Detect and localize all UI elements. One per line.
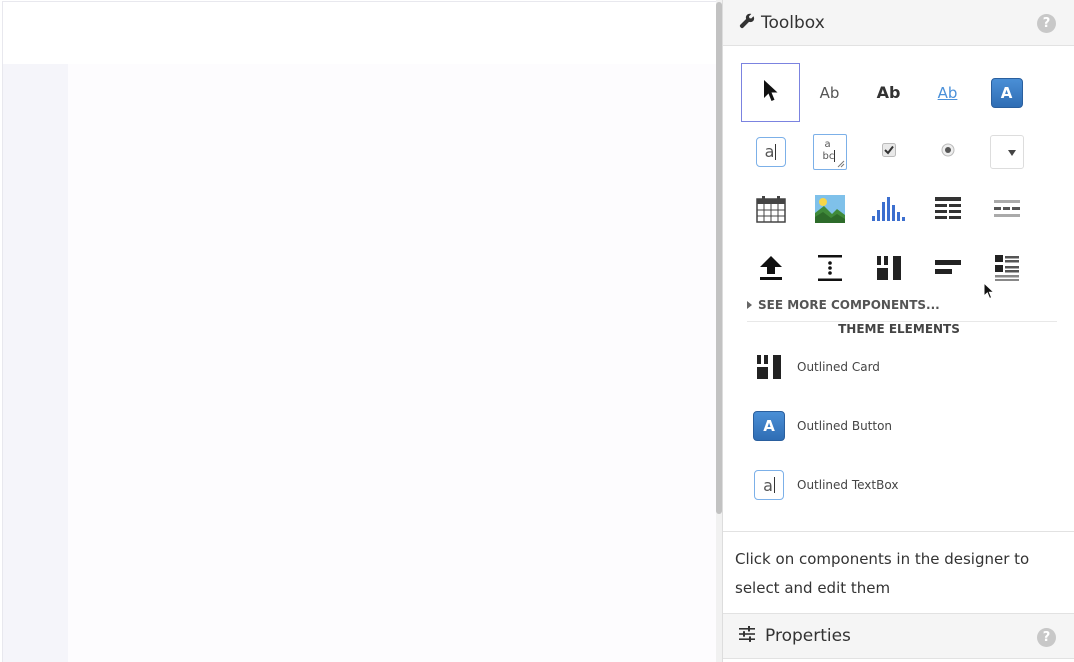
arrow-pointer-icon [763, 79, 779, 107]
side-panel: Toolbox ? Ab Ab Ab A a a bc SEE MORE COM… [722, 0, 1074, 662]
data-grid-light-icon [993, 199, 1020, 222]
datagrid-tool[interactable] [918, 181, 977, 240]
theme-item-label: Outlined Card [797, 360, 880, 374]
upload-icon [759, 255, 783, 285]
see-more-components-toggle[interactable]: SEE MORE COMPONENTS... [747, 298, 940, 312]
divider [723, 531, 1074, 532]
textarea-tool[interactable]: a bc [800, 122, 859, 181]
repeating-panel-icon [994, 254, 1019, 285]
caret-right-icon [747, 301, 752, 309]
theme-item-outlined-textbox[interactable]: a Outlined TextBox [753, 469, 898, 501]
bar-chart-icon [871, 196, 907, 226]
properties-header[interactable]: Properties ? [723, 613, 1074, 659]
theme-elements-heading: THEME ELEMENTS [838, 322, 960, 336]
calendar-icon [755, 195, 786, 227]
link-icon: Ab [937, 83, 958, 102]
button-tool[interactable]: A [977, 63, 1036, 122]
linear-panel-icon [934, 259, 961, 280]
plot-tool[interactable] [859, 181, 918, 240]
app-root: Toolbox ? Ab Ab Ab A a a bc SEE MORE COM… [0, 0, 1074, 662]
sliders-icon [739, 626, 755, 646]
column-panel-icon [753, 351, 785, 383]
column-panel-icon [876, 255, 901, 284]
textbox-icon: a [754, 470, 784, 500]
fileloader-tool[interactable] [741, 240, 800, 299]
canvas-header-area [3, 2, 717, 64]
properties-hint-text: Click on components in the designer to s… [735, 550, 1030, 597]
link-tool[interactable]: Ab [918, 63, 977, 122]
dropdown-tool[interactable] [977, 122, 1036, 181]
spacer-icon [817, 254, 842, 285]
theme-item-outlined-card[interactable]: Outlined Card [753, 351, 880, 383]
textarea-icon: a bc [812, 133, 847, 170]
properties-title: Properties [765, 626, 851, 646]
bold-label-icon: Ab [876, 83, 901, 102]
columnpanel-tool[interactable] [859, 240, 918, 299]
toolbox-title: Toolbox [761, 12, 825, 33]
datepicker-tool[interactable] [741, 181, 800, 240]
label-icon: Ab [819, 83, 840, 102]
dropdown-icon [989, 134, 1024, 169]
theme-item-label: Outlined TextBox [797, 478, 899, 492]
wrench-icon [739, 13, 755, 33]
image-tool[interactable] [800, 181, 859, 240]
canvas-gutter [3, 64, 68, 662]
linearpanel-tool[interactable] [918, 240, 977, 299]
theme-item-outlined-button[interactable]: A Outlined Button [753, 410, 892, 442]
datagrid-lite-tool[interactable] [977, 181, 1036, 240]
textbox-icon: a [755, 136, 786, 167]
toolbox-header[interactable]: Toolbox ? [723, 0, 1074, 46]
theme-item-label: Outlined Button [797, 419, 893, 433]
radio-icon [941, 142, 955, 161]
spacer-tool[interactable] [800, 240, 859, 299]
checkbox-tool[interactable] [859, 122, 918, 181]
bold-label-tool[interactable]: Ab [859, 63, 918, 122]
designer-canvas[interactable] [2, 1, 717, 662]
checkbox-icon [881, 142, 896, 161]
radio-tool[interactable] [918, 122, 977, 181]
see-more-label: SEE MORE COMPONENTS... [758, 298, 940, 312]
textbox-tool[interactable]: a [741, 122, 800, 181]
image-icon [814, 194, 845, 227]
properties-help-icon[interactable]: ? [1037, 628, 1056, 647]
mouse-cursor-icon [983, 281, 996, 304]
pointer-tool[interactable] [741, 63, 800, 122]
button-icon: A [753, 411, 785, 441]
data-grid-icon [934, 196, 961, 225]
toolbox-help-icon[interactable]: ? [1037, 14, 1056, 33]
toolbox-grid: Ab Ab Ab A a a bc [741, 63, 1036, 299]
button-icon: A [990, 77, 1023, 108]
label-tool[interactable]: Ab [800, 63, 859, 122]
